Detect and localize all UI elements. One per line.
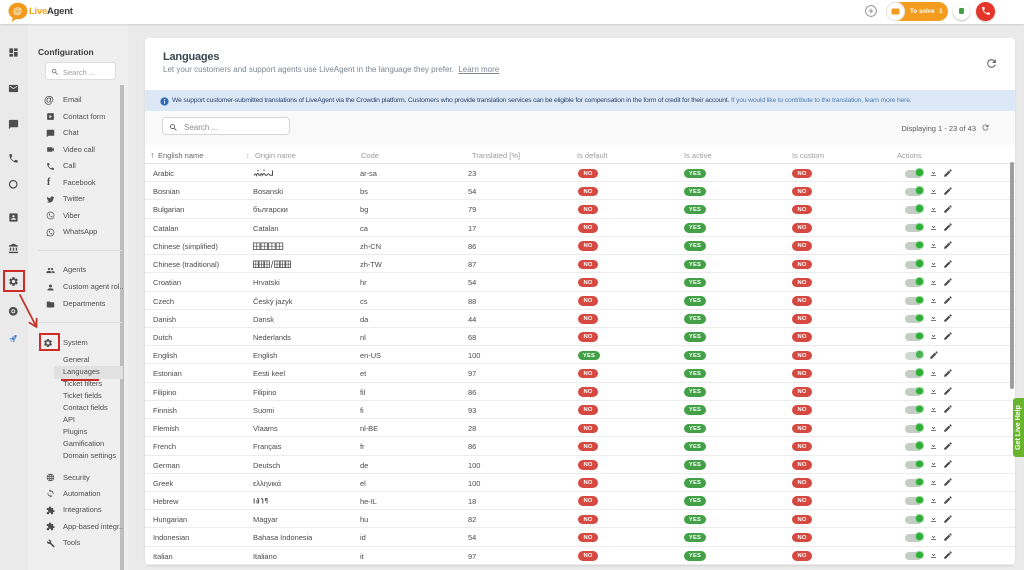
svg-text:@: @ [13,6,22,17]
